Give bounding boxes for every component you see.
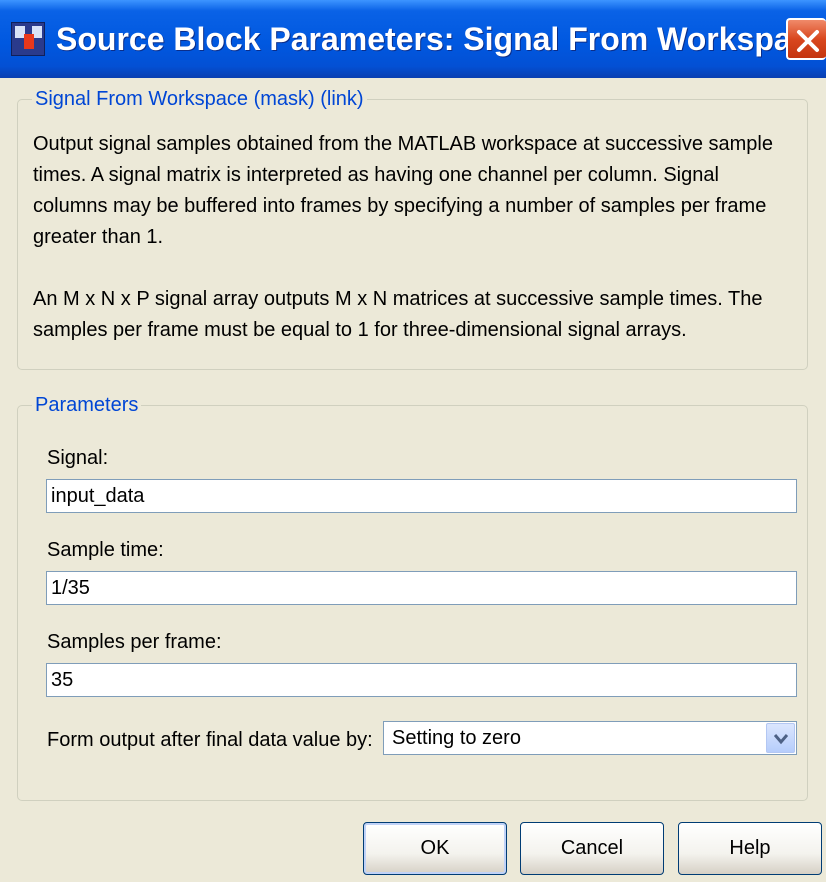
ok-button[interactable]: OK [363,822,507,875]
description-text: Output signal samples obtained from the … [33,129,803,346]
form-output-select[interactable]: Setting to zero [383,721,797,755]
description-line: columns may be buffered into frames by s… [33,195,767,217]
description-line: greater than 1. [33,226,164,248]
parameters-legend: Parameters [32,393,142,417]
title-bar[interactable]: Source Block Parameters: Signal From Wor… [0,0,826,78]
dropdown-button[interactable] [766,723,795,753]
close-button[interactable] [786,18,826,60]
simulink-block-icon [11,22,45,56]
cancel-button[interactable]: Cancel [520,822,664,875]
close-icon [797,30,819,52]
window-title: Source Block Parameters: Signal From Wor… [56,21,826,57]
description-legend: Signal From Workspace (mask) (link) [32,87,367,111]
form-output-label: Form output after final data value by: [47,729,373,751]
signal-label: Signal: [47,447,109,469]
description-line: An M x N x P signal array outputs M x N … [33,288,763,310]
description-line: samples per frame must be equal to 1 for… [33,319,687,341]
samples-per-frame-input[interactable]: 35 [46,663,797,697]
description-line: times. A signal matrix is interpreted as… [33,164,719,186]
chevron-down-icon [774,734,788,745]
sample-time-label: Sample time: [47,539,164,561]
form-output-value: Setting to zero [392,727,521,749]
signal-input[interactable]: input_data [46,479,797,513]
samples-per-frame-label: Samples per frame: [47,631,222,653]
help-button[interactable]: Help [678,822,822,875]
description-line: Output signal samples obtained from the … [33,133,773,155]
sample-time-input[interactable]: 1/35 [46,571,797,605]
